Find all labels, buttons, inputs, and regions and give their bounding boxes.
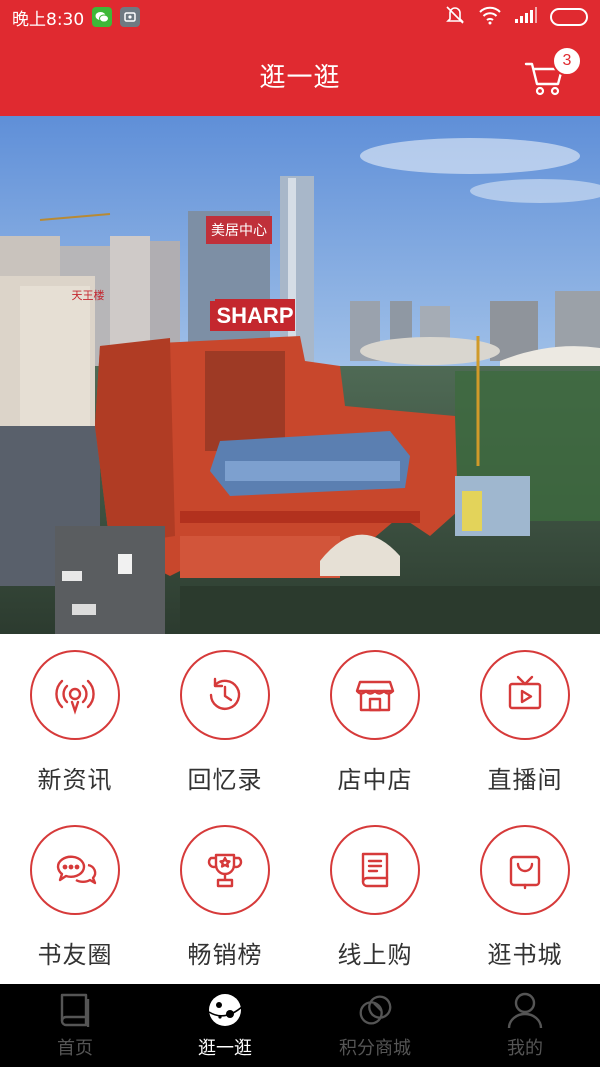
menu-shop-in-shop[interactable]: 店中店 xyxy=(300,634,450,809)
menu-news[interactable]: 新资讯 xyxy=(0,634,150,809)
billboard-text: 美居中心 xyxy=(211,223,267,239)
menu-news-circle xyxy=(30,650,120,740)
planet-icon xyxy=(205,990,245,1030)
nav-home-label: 首页 xyxy=(57,1038,93,1059)
sharp-sign: SHARP xyxy=(216,303,293,328)
menu-live-room-circle xyxy=(480,650,570,740)
menu-shop-in-shop-circle xyxy=(330,650,420,740)
menu-book-friends-circle xyxy=(30,825,120,915)
menu-book-friends[interactable]: 书友圈 xyxy=(0,809,150,984)
page-title: 逛一逛 xyxy=(259,62,341,93)
gallery-icon xyxy=(120,7,141,27)
banner-illustration: SHARP 美居中心 天王楼 xyxy=(0,116,600,634)
nav-home[interactable]: 首页 xyxy=(0,984,150,1067)
menu-bestsellers[interactable]: 畅销榜 xyxy=(150,809,300,984)
bottom-nav: 首页 逛一逛 积分商城 我的 xyxy=(0,984,600,1067)
menu-shop-in-shop-label: 店中店 xyxy=(337,766,413,794)
shopping-bag-icon xyxy=(509,855,541,890)
menu-bestsellers-label: 畅销榜 xyxy=(187,941,263,969)
nav-mine[interactable]: 我的 xyxy=(450,984,600,1067)
menu-book-friends-label: 书友圈 xyxy=(37,941,113,969)
nav-explore-label: 逛一逛 xyxy=(198,1038,252,1059)
nav-explore[interactable]: 逛一逛 xyxy=(150,984,300,1067)
storefront-icon xyxy=(355,680,395,712)
broadcast-icon xyxy=(55,679,95,715)
menu-live-room[interactable]: 直播间 xyxy=(450,634,600,809)
person-icon xyxy=(505,990,545,1030)
menu-book-city-circle xyxy=(480,825,570,915)
nav-mine-label: 我的 xyxy=(507,1038,543,1059)
menu-online-buy-label: 线上购 xyxy=(337,941,413,969)
menu-memoir[interactable]: 回忆录 xyxy=(150,634,300,809)
menu-bestsellers-circle xyxy=(180,825,270,915)
trophy-icon xyxy=(207,853,243,888)
signal-icon xyxy=(514,6,538,28)
menu-online-buy[interactable]: 线上购 xyxy=(300,809,450,984)
cart-button[interactable]: 3 xyxy=(522,46,582,100)
banner-image[interactable]: SHARP 美居中心 天王楼 xyxy=(0,116,600,634)
cart-count-badge: 3 xyxy=(552,46,582,76)
menu-online-buy-circle xyxy=(330,825,420,915)
title-bar: 逛一逛 3 xyxy=(0,34,600,116)
wechat-icon xyxy=(92,7,113,27)
menu-book-city-label: 逛书城 xyxy=(487,941,563,969)
nav-points-mall[interactable]: 积分商城 xyxy=(300,984,450,1067)
status-time: 晚上8:30 xyxy=(12,9,85,30)
status-bar: 晚上8:30 xyxy=(0,0,600,34)
coins-icon xyxy=(355,990,395,1030)
status-left: 晚上8:30 xyxy=(12,5,141,30)
battery-icon xyxy=(550,8,588,26)
feature-grid: 新资讯 回忆录 店中店 直播间 书友圈 畅销榜 线上购 逛书城 xyxy=(0,634,600,984)
chat-bubbles-icon xyxy=(56,855,97,885)
mute-icon xyxy=(444,4,466,30)
status-right xyxy=(444,4,588,30)
nav-points-mall-label: 积分商城 xyxy=(339,1038,411,1059)
menu-news-label: 新资讯 xyxy=(37,766,113,794)
book-home-icon xyxy=(55,990,95,1030)
book-icon xyxy=(361,852,389,888)
history-icon xyxy=(209,677,241,710)
menu-memoir-label: 回忆录 xyxy=(187,766,263,794)
wifi-icon xyxy=(478,5,502,29)
tv-play-icon xyxy=(508,675,542,710)
menu-memoir-circle xyxy=(180,650,270,740)
menu-live-room-label: 直播间 xyxy=(487,766,563,794)
rooftop-sign: 天王楼 xyxy=(72,288,105,302)
menu-book-city[interactable]: 逛书城 xyxy=(450,809,600,984)
